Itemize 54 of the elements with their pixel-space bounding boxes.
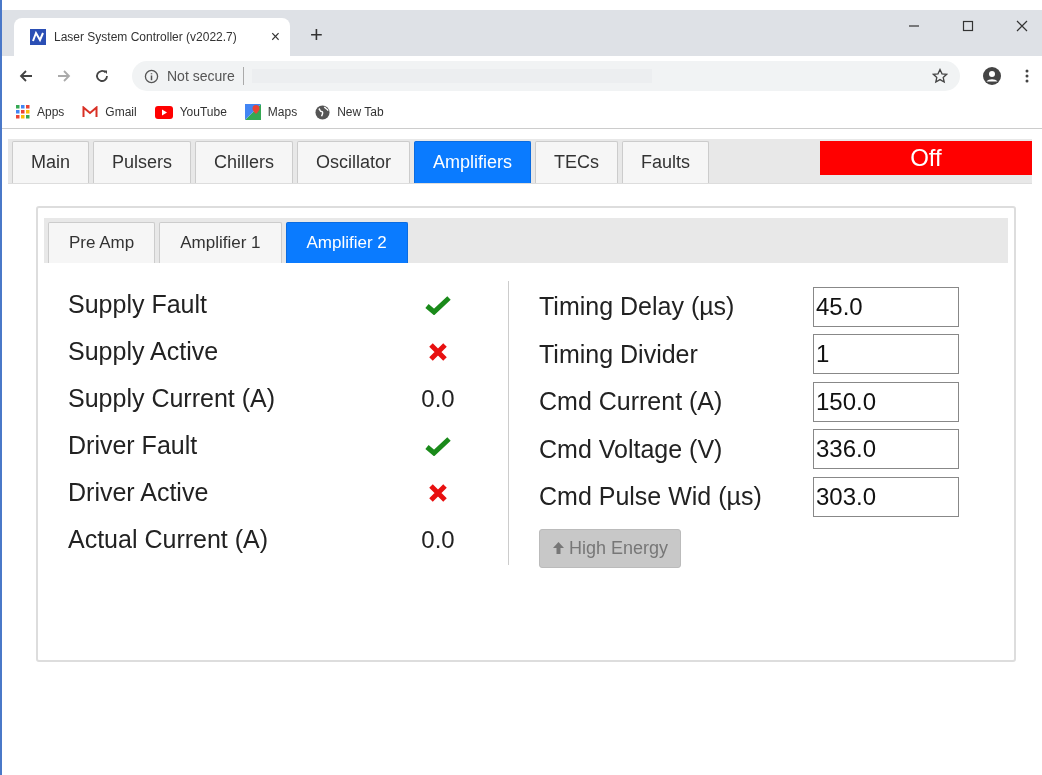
setting-label: Cmd Pulse Wid (µs) [539,482,763,512]
tab-close-button[interactable]: × [270,28,280,46]
bookmark-link[interactable]: Gmail [82,105,137,119]
bookmark-link[interactable]: New Tab [315,104,384,120]
input-field[interactable]: 150.0 [813,381,959,422]
play-icon [154,105,173,119]
main-tab[interactable]: Amplifiers [414,141,532,183]
reading-label: Driver Fault [68,431,199,460]
up-arrow-icon [552,541,565,555]
input-field[interactable]: 1 [813,334,959,375]
back-icon[interactable] [18,68,34,84]
menu-icon[interactable] [1024,68,1030,84]
info-icon [144,68,159,84]
input-field[interactable]: 303.0 [813,476,959,517]
setting-label: Timing Delay (µs) [539,292,736,322]
new-tab-button[interactable]: + [310,22,323,48]
setting-label: Cmd Current (A) [539,387,724,417]
main-tab[interactable]: Oscillator [297,141,411,183]
reading-label: Driver Active [68,478,210,507]
browser-tab[interactable]: Laser System Controller (v2022.7) × [14,18,290,56]
globe-icon [315,104,331,120]
map-pin-icon [244,104,261,120]
close-icon[interactable] [1016,20,1028,32]
sub-tab[interactable]: Pre Amp [48,222,156,263]
tab-title: Laser System Controller (v2022.7) [54,30,238,44]
reading-label: Supply Fault [68,290,208,319]
main-tab[interactable]: Faults [622,141,710,183]
address-bar[interactable]: Not secure [132,61,960,91]
main-tab[interactable]: TECs [535,141,619,183]
mail-icon [82,106,99,118]
main-tab[interactable]: Main [12,141,89,183]
input-field[interactable]: 45.0 [813,286,959,327]
setting-label: Cmd Voltage (V) [539,434,724,464]
app-logo-icon [30,29,46,45]
bookmark-link[interactable]: Maps [244,104,298,120]
reload-icon[interactable] [94,68,110,84]
sub-tab[interactable]: Amplifier 1 [159,222,282,263]
bookmark-link[interactable]: Apps [16,105,65,119]
main-tab[interactable]: Pulsers [93,141,192,183]
reading-value: 0.0 [421,525,455,554]
profile-icon[interactable] [982,66,1002,86]
maximize-icon[interactable] [962,20,974,32]
main-tab[interactable]: Chillers [195,141,294,183]
reading-label: Actual Current (A) [68,525,270,554]
reading-value: 0.0 [421,384,455,413]
sub-tab[interactable]: Amplifier 2 [285,222,408,263]
status-indicator: Off [820,141,1032,175]
apps-grid-icon [16,105,30,119]
reading-label: Supply Active [68,337,220,366]
bookmark-star-icon[interactable] [932,68,948,84]
reading-label: Supply Current (A) [68,384,277,413]
bookmark-link[interactable]: YouTube [154,105,227,119]
input-field[interactable]: 336.0 [813,429,959,470]
setting-label: Timing Divider [539,339,699,369]
